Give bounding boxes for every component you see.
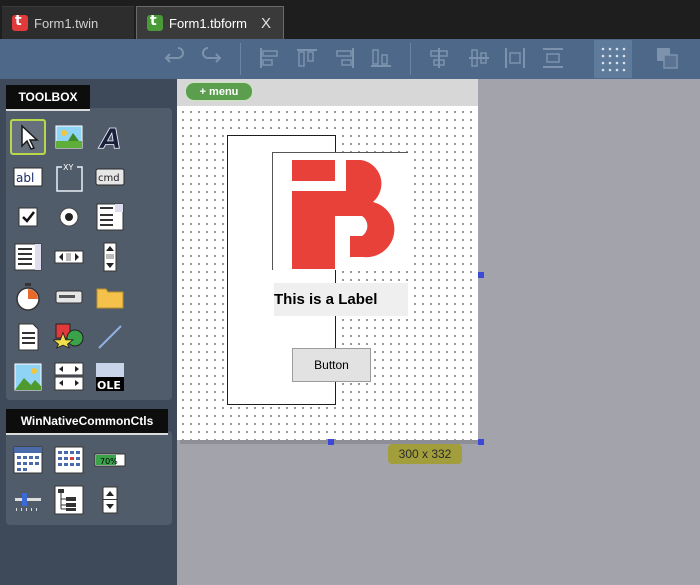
hscrollbar-icon: [54, 250, 84, 264]
folder-icon: [96, 288, 124, 309]
progressbar-tool[interactable]: 70%: [92, 442, 128, 478]
resize-handle-bottom-right[interactable]: [478, 439, 484, 445]
undo-icon[interactable]: [162, 45, 188, 71]
editor-tab-bar: Form1.twin Form1.tbform X: [0, 0, 700, 39]
date-picker-icon: [54, 446, 84, 474]
monthview-tool[interactable]: [10, 442, 46, 478]
hscrollbar-tool[interactable]: [51, 239, 87, 275]
combobox-icon: [96, 203, 124, 231]
tab-label: Form1.twin: [34, 15, 99, 31]
space-horizontal-icon[interactable]: [502, 45, 528, 71]
calendar-icon: [13, 446, 43, 474]
listbox-icon: [14, 243, 42, 271]
center-horizontal-icon[interactable]: [426, 45, 452, 71]
textbox-tool[interactable]: abl: [10, 159, 46, 195]
vscrollbar-tool[interactable]: [92, 239, 128, 275]
commandbutton-icon: cmd: [95, 168, 125, 186]
timer-tool[interactable]: [10, 279, 46, 315]
resize-handle-bottom[interactable]: [328, 439, 334, 445]
data-tool[interactable]: [51, 359, 87, 395]
align-top-icon[interactable]: [294, 45, 320, 71]
align-left-icon[interactable]: [256, 45, 282, 71]
ole-icon: OLE: [96, 363, 124, 392]
frame-icon: XY: [56, 162, 83, 192]
pointer-tool[interactable]: [10, 119, 46, 155]
align-bottom-icon[interactable]: [368, 45, 394, 71]
tab-form1-twin[interactable]: Form1.twin: [2, 6, 134, 39]
tab-label: Form1.tbform: [169, 15, 248, 31]
label-tool[interactable]: A: [92, 119, 128, 155]
ole-tool[interactable]: OLE: [92, 359, 128, 395]
image-tool[interactable]: [10, 359, 46, 395]
drivelistbox-icon: [55, 290, 83, 304]
show-grid-icon[interactable]: [594, 40, 632, 78]
align-right-icon[interactable]: [332, 45, 358, 71]
tab-form1-tbform[interactable]: Form1.tbform X: [136, 6, 284, 39]
space-vertical-icon[interactable]: [540, 45, 566, 71]
textbox-icon: abl: [13, 167, 43, 187]
bring-to-front-icon[interactable]: [654, 45, 680, 71]
combobox-tool[interactable]: [92, 199, 128, 235]
dirlistbox-tool[interactable]: [92, 279, 128, 315]
filelistbox-tool[interactable]: [10, 319, 46, 355]
vscrollbar-icon: [103, 242, 117, 272]
slider-icon: [15, 493, 41, 511]
common-ctls-title: WinNativeCommonCtls: [6, 409, 168, 435]
svg-text:70%: 70%: [100, 457, 118, 466]
button-control[interactable]: Button: [292, 348, 371, 382]
progressbar-icon: 70%: [94, 453, 126, 467]
image-icon: [14, 363, 42, 391]
center-vertical-icon[interactable]: [466, 45, 492, 71]
shapes-icon: [53, 323, 84, 349]
picturebox-control[interactable]: [272, 152, 408, 270]
line-icon: [98, 325, 122, 349]
treeview-tool[interactable]: [51, 482, 87, 518]
shape-tool[interactable]: [51, 319, 87, 355]
label-icon: A: [98, 122, 122, 153]
twinbasic-red-icon: [12, 13, 28, 31]
dtpicker-tool[interactable]: [51, 442, 87, 478]
svg-text:A: A: [98, 122, 122, 153]
timer-icon: [16, 283, 40, 311]
picturebox-icon: [55, 125, 83, 149]
toolbox-panel: TOOLBOX A abl XY cmd OLE WinNativeCommon…: [0, 79, 177, 585]
redo-icon[interactable]: [198, 45, 224, 71]
pointer-icon: [21, 124, 39, 150]
treeview-icon: [54, 485, 84, 515]
svg-text:cmd: cmd: [98, 173, 120, 184]
frame-tool[interactable]: XY: [51, 159, 87, 195]
close-tab-button[interactable]: X: [261, 15, 271, 32]
svg-text:abl: abl: [16, 171, 34, 185]
picturebox-tool[interactable]: [51, 119, 87, 155]
optionbutton-tool[interactable]: [51, 199, 87, 235]
slider-tool[interactable]: [10, 482, 46, 518]
line-tool[interactable]: [92, 319, 128, 355]
resize-handle-right[interactable]: [478, 272, 484, 278]
checkbox-icon: [18, 207, 38, 227]
optionbutton-icon: [59, 207, 79, 227]
updown-icon: [102, 486, 118, 514]
twinbasic-green-icon: [147, 13, 163, 31]
add-menu-button[interactable]: + menu: [185, 82, 253, 101]
label-control[interactable]: This is a Label: [274, 283, 408, 316]
listbox-tool[interactable]: [10, 239, 46, 275]
updown-tool[interactable]: [92, 482, 128, 518]
document-icon: [18, 323, 39, 351]
svg-text:XY: XY: [63, 163, 73, 172]
form-size-badge: 300 x 332: [388, 444, 462, 464]
svg-text:OLE: OLE: [97, 379, 121, 392]
drivelistbox-tool[interactable]: [51, 279, 87, 315]
commandbutton-tool[interactable]: cmd: [92, 159, 128, 195]
data-control-icon: [54, 362, 84, 391]
twinbasic-logo-icon: [292, 160, 395, 269]
toolbox-title: TOOLBOX: [6, 85, 90, 111]
checkbox-tool[interactable]: [10, 199, 46, 235]
